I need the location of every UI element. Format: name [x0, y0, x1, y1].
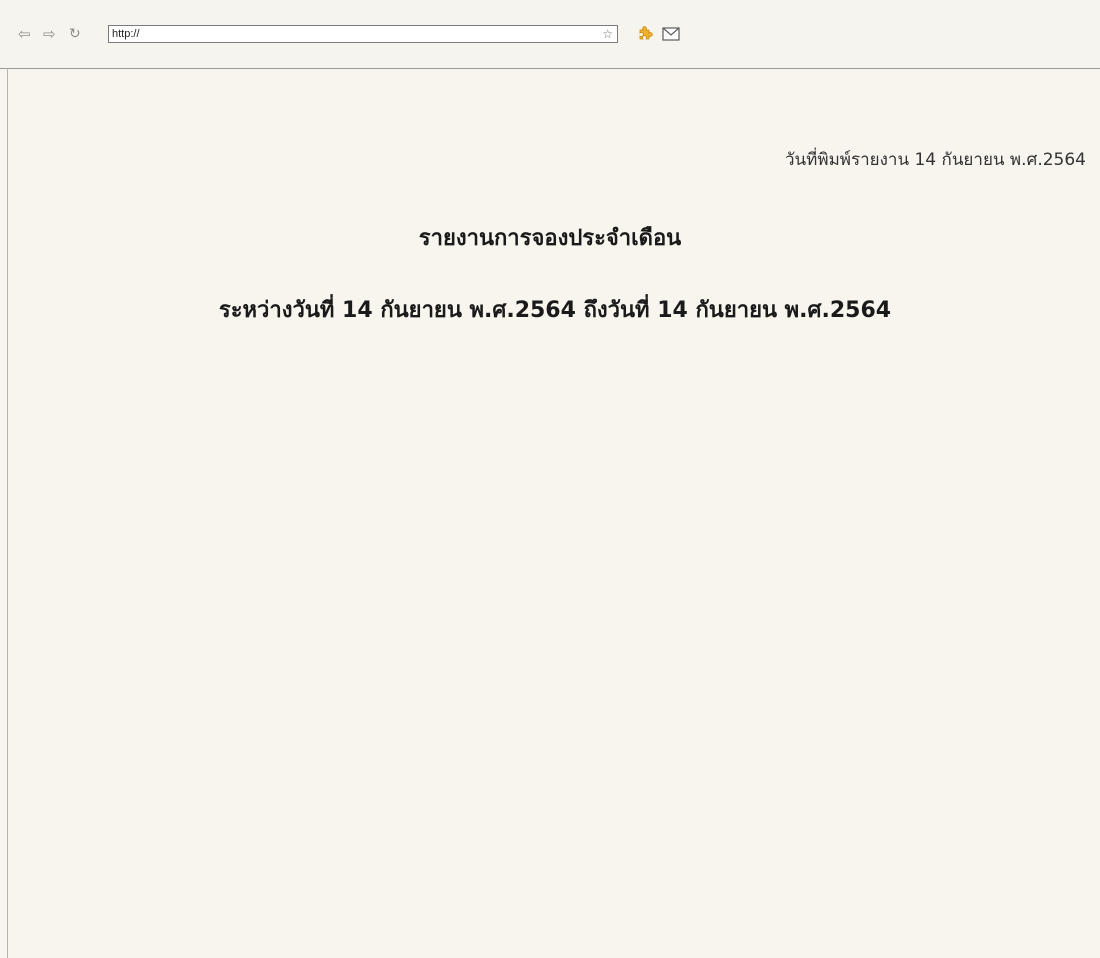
report-title: รายงานการจองประจำเดือน: [418, 226, 682, 251]
address-text: http://: [112, 28, 140, 40]
back-arrow-icon[interactable]: ⇦: [18, 26, 31, 42]
forward-arrow-icon[interactable]: ⇨: [43, 26, 56, 42]
print-date-label: วันที่พิมพ์รายงาน 14 กันยายน พ.ศ.2564: [784, 150, 1086, 170]
mail-icon[interactable]: [662, 27, 680, 41]
report-date-range: ระหว่างวันที่ 14 กันยายน พ.ศ.2564 ถึงวัน…: [218, 298, 892, 323]
bookmark-star-icon[interactable]: ☆: [602, 26, 613, 42]
address-bar[interactable]: http:// ☆: [108, 25, 618, 43]
browser-toolbar: ⇦ ⇨ ↻ http:// ☆: [0, 0, 1100, 69]
page-left-border: [7, 68, 8, 958]
puzzle-addon-icon[interactable]: [636, 25, 653, 42]
reload-icon[interactable]: ↻: [69, 26, 81, 42]
